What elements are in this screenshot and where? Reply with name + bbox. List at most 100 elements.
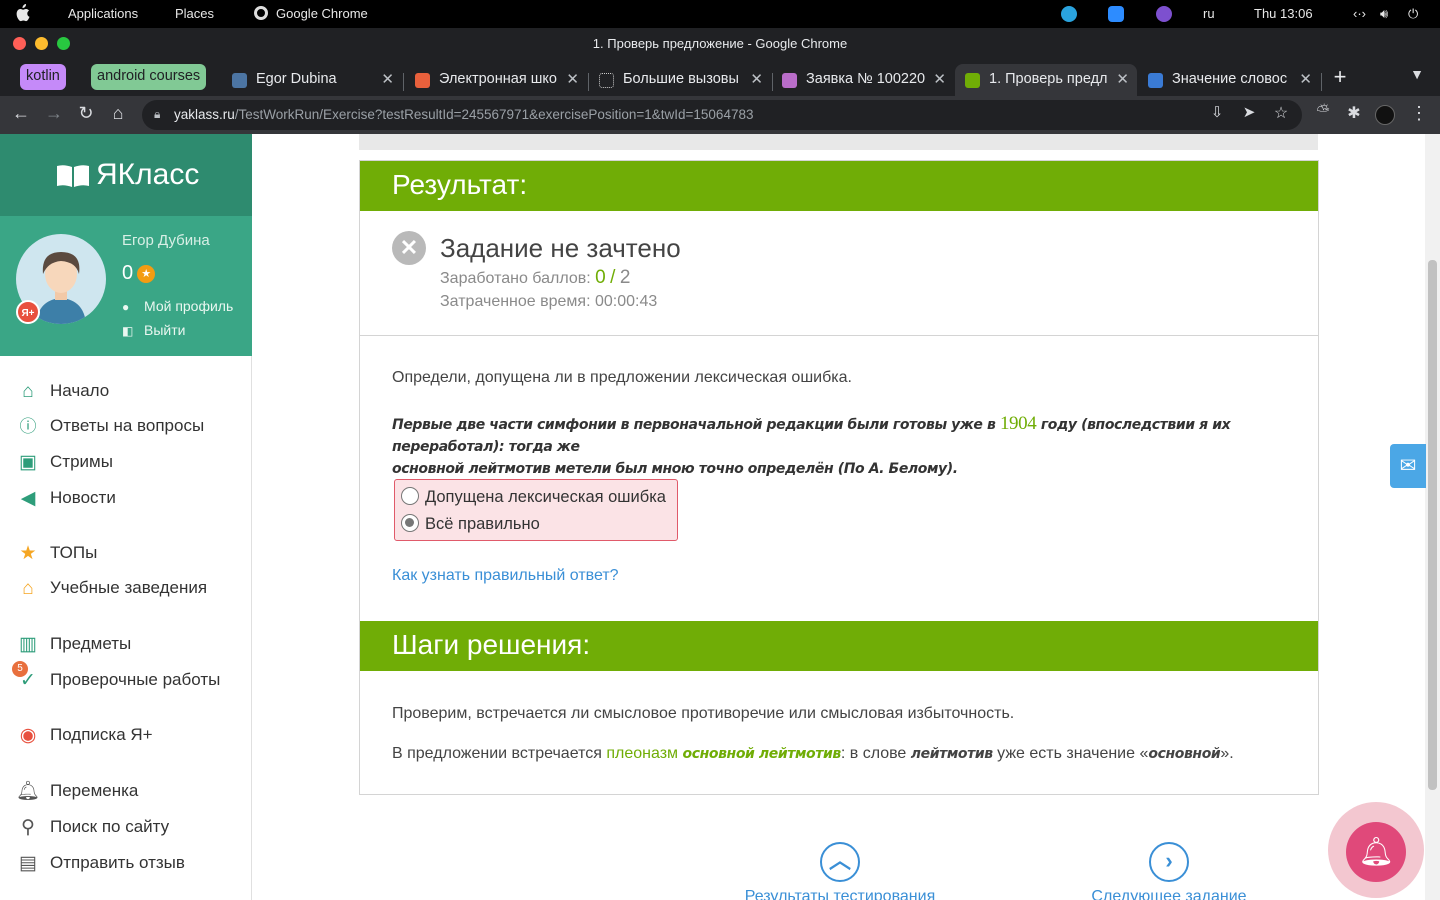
install-icon[interactable]: ⇩ xyxy=(1206,103,1228,121)
back-icon[interactable]: ← xyxy=(10,103,32,124)
reload-icon[interactable]: ↻ xyxy=(75,103,97,124)
new-tab-icon[interactable]: + xyxy=(1329,64,1351,90)
score-max: 2 xyxy=(619,267,631,288)
nav-label: Стримы xyxy=(50,452,113,471)
home-browser-icon[interactable]: ⌂ xyxy=(107,103,129,124)
tab-big-challenges[interactable]: Большие вызовы ✕ xyxy=(589,64,771,96)
tab-application[interactable]: Заявка № 100220 ✕ xyxy=(772,64,954,96)
notification-bell-icon: 🔔︎ xyxy=(1346,822,1406,882)
brand-header[interactable]: ЯКласс xyxy=(0,134,252,216)
logout-link[interactable]: ◧ Выйти xyxy=(122,322,185,338)
weather-extension-icon[interactable]: ⛅︎ xyxy=(1312,103,1334,121)
sentence-line2: основной лейтмотив метели был мною точно… xyxy=(392,461,958,477)
logout-label: Выйти xyxy=(144,322,186,338)
score-separator: / xyxy=(610,267,616,288)
ya-plus-badge: Я+ xyxy=(16,300,40,324)
steps-text-c: уже есть значение « xyxy=(997,745,1149,762)
tab-label: Заявка № 100220 xyxy=(806,71,926,87)
pleonasm-phrase: основной лейтмотив xyxy=(682,746,841,762)
logout-icon: ◧ xyxy=(122,324,134,338)
brand-name: ЯКласс xyxy=(96,158,200,191)
institution-icon: ⌂ xyxy=(22,578,34,599)
task-progress-strip xyxy=(359,134,1318,150)
result-heading: Результат: xyxy=(360,161,1318,211)
power-icon[interactable]: ⏻ xyxy=(1408,6,1418,22)
option-label: Всё правильно xyxy=(425,515,540,533)
nav-label: Подписка Я+ xyxy=(50,725,153,744)
score-value: 0 xyxy=(595,267,606,288)
main-content: Результат: ✕ Задание не зачтено Заработа… xyxy=(253,134,1425,900)
nav-label: Новости xyxy=(50,488,116,507)
word-leitmotiv: лейтмотив xyxy=(910,746,993,762)
score-line: Заработано баллов: 0 / 2 xyxy=(440,267,630,289)
chrome-icon xyxy=(254,6,268,20)
clock[interactable]: Thu 13:06 xyxy=(1254,6,1313,21)
tab-search-chevron-icon[interactable]: ▼ xyxy=(1406,66,1428,82)
more-menu-icon[interactable]: ⋮ xyxy=(1408,103,1430,124)
menu-places[interactable]: Places xyxy=(175,6,214,21)
network-icon[interactable]: ‹·› xyxy=(1353,6,1366,21)
chat-icon: ▤ xyxy=(19,853,37,874)
yaklass-icon xyxy=(965,73,980,88)
close-icon[interactable]: ✕ xyxy=(933,70,946,88)
keyboard-language[interactable]: ru xyxy=(1203,6,1215,21)
notifications-button[interactable]: 🔔︎ xyxy=(1328,802,1424,898)
bell-icon: 🔔︎ xyxy=(16,781,41,802)
fail-x-icon: ✕ xyxy=(392,231,426,265)
tab-separator xyxy=(1321,73,1322,91)
option-correct[interactable]: Всё правильно xyxy=(401,514,540,534)
how-to-know-answer-link[interactable]: Как узнать правильный ответ? xyxy=(392,567,619,585)
tab-group-kotlin[interactable]: kotlin xyxy=(20,64,66,90)
zoom-icon[interactable] xyxy=(1108,6,1124,22)
telegram-icon[interactable] xyxy=(1061,6,1077,22)
sidebar: ЯКласс Я+ Егор Дубина 0 ★ ● Мой профиль ◧ В… xyxy=(0,134,252,900)
forward-icon[interactable]: → xyxy=(43,103,65,124)
close-icon[interactable]: ✕ xyxy=(1116,70,1129,88)
close-icon[interactable]: ✕ xyxy=(381,70,394,88)
exercise-card: Результат: ✕ Задание не зачтено Заработа… xyxy=(359,160,1319,795)
send-icon[interactable]: ➤ xyxy=(1238,103,1260,121)
url-text[interactable]: yaklass.ru/TestWorkRun/Exercise?testResu… xyxy=(174,107,753,122)
os-top-bar: Applications Places Google Chrome ru Thu… xyxy=(0,0,1440,28)
star-coin-icon: ★ xyxy=(137,265,156,283)
steps-text-d: ». xyxy=(1220,745,1234,762)
meaning-word: основной xyxy=(1148,746,1221,762)
apple-icon[interactable] xyxy=(14,4,30,25)
menu-applications[interactable]: Applications xyxy=(68,6,138,21)
radio-button-checked[interactable] xyxy=(401,514,419,532)
viber-icon[interactable] xyxy=(1156,6,1172,22)
bookmark-star-icon[interactable]: ☆ xyxy=(1270,103,1292,123)
extensions-puzzle-icon[interactable]: ✱ xyxy=(1343,103,1365,123)
volume-icon[interactable]: 🔊︎ xyxy=(1380,6,1388,22)
tab-electronic-school[interactable]: Электронная шко ✕ xyxy=(405,64,587,96)
scrollbar-thumb[interactable] xyxy=(1428,260,1437,790)
time-label: Затраченное время: xyxy=(440,293,591,310)
next-task-button[interactable]: › Следующее задание xyxy=(1079,842,1259,900)
page-scrollbar[interactable] xyxy=(1425,134,1440,900)
lock-icon[interactable]: 🔒︎ xyxy=(154,107,160,122)
close-icon[interactable]: ✕ xyxy=(566,70,579,88)
option-error[interactable]: Допущена лексическая ошибка xyxy=(401,487,666,507)
points-value: 0 xyxy=(122,262,134,284)
tab-word-meaning[interactable]: Значение словос ✕ xyxy=(1138,64,1320,96)
address-bar[interactable]: 🔒︎ yaklass.ru/TestWorkRun/Exercise?testR… xyxy=(142,100,1302,130)
nav-label: Начало xyxy=(50,381,110,400)
mail-feedback-icon[interactable]: ✉ xyxy=(1390,444,1426,488)
radio-button[interactable] xyxy=(401,487,419,505)
close-icon[interactable]: ✕ xyxy=(1299,70,1312,88)
tab-group-android-courses[interactable]: android courses xyxy=(91,64,207,90)
tab-egor-dubina[interactable]: Egor Dubina ✕ xyxy=(222,64,402,96)
menu-google-chrome-label: Google Chrome xyxy=(276,6,368,21)
close-icon[interactable]: ✕ xyxy=(750,70,763,88)
tab-check-sentence[interactable]: 1. Проверь предл ✕ xyxy=(955,64,1137,96)
nav-label: Предметы xyxy=(50,634,132,653)
tab-label: Электронная шко xyxy=(439,71,557,87)
profile-avatar-icon[interactable] xyxy=(1375,105,1395,125)
steps-line1: Проверим, встречается ли смысловое проти… xyxy=(392,705,1015,722)
tests-count-badge: 5 xyxy=(12,661,28,677)
megaphone-icon: ◀ xyxy=(20,488,36,509)
results-nav-button[interactable]: ︿ Результаты тестирования xyxy=(735,842,945,900)
menu-google-chrome[interactable]: Google Chrome xyxy=(254,6,368,21)
my-profile-link[interactable]: ● Мой профиль xyxy=(122,298,233,314)
steps-line2: В предложении встречается плеоназм основ… xyxy=(392,745,1234,763)
